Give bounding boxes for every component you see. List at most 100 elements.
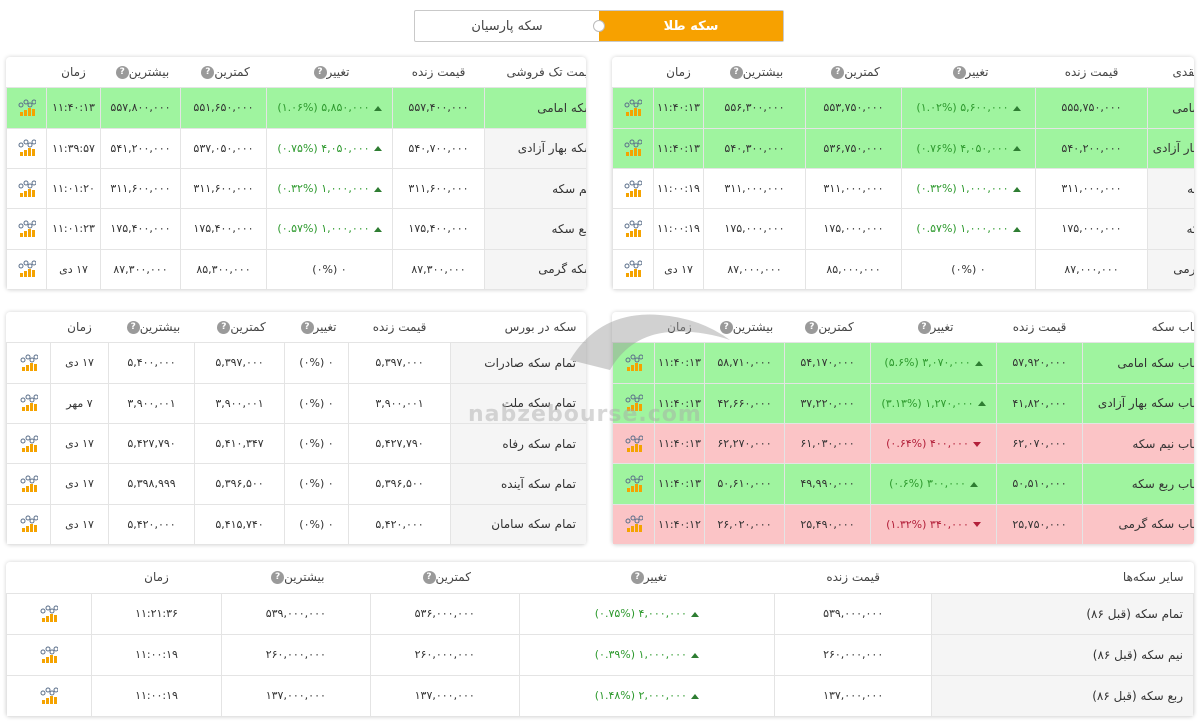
question-circle-icon[interactable]: ? <box>422 571 436 585</box>
chart-icon[interactable] <box>625 394 643 412</box>
chart-icon[interactable] <box>20 435 38 453</box>
chart-icon[interactable] <box>20 354 38 372</box>
question-circle-icon[interactable]: ? <box>719 321 733 335</box>
coin-name: سکه بهار آزادی <box>484 127 586 169</box>
header-title: سایر سکه‌ها <box>931 562 1194 594</box>
question-circle-icon[interactable]: ? <box>952 66 966 80</box>
chart-link[interactable] <box>612 208 654 250</box>
change-value: ۰ (۰%) <box>299 437 334 451</box>
table-row: حباب نیم سکه۶۲,۰۷۰,۰۰۰ ۴۰۰,۰۰۰ (۰.۶۴%) ۶۱,… <box>612 422 1194 465</box>
chart-icon[interactable] <box>625 435 643 453</box>
question-circle-icon[interactable]: ? <box>126 321 140 335</box>
table-row: حباب سکه بهار آزادی ۴۱,۸۲۰,۰۰۰ ۱,۲۷۰,۰۰۰ (… <box>612 382 1194 424</box>
chart-link[interactable] <box>6 422 51 465</box>
question-circle-icon[interactable]: ? <box>630 571 644 585</box>
exchange-coin-table: سکه در بورس قیمت زنده تغییر? کمترین? بیشترین… <box>6 312 586 545</box>
coin-name: تمام سکه (قبل ۸۶) <box>931 592 1194 635</box>
chart-icon[interactable] <box>624 139 643 157</box>
change-value: ۰ (۰%) <box>312 262 347 276</box>
chart-link[interactable] <box>6 503 51 545</box>
chart-icon[interactable] <box>40 687 59 705</box>
chart-icon[interactable] <box>18 220 36 238</box>
chart-link[interactable] <box>6 342 51 384</box>
live-price: ۶۲,۰۷۰,۰۰۰ <box>996 422 1083 465</box>
chart-link[interactable] <box>6 248 47 290</box>
chart-link[interactable] <box>6 463 51 505</box>
chart-icon[interactable] <box>625 475 643 493</box>
chart-icon[interactable] <box>18 139 36 157</box>
chart-link[interactable] <box>612 463 655 505</box>
question-circle-icon[interactable]: ? <box>300 321 314 335</box>
chart-icon[interactable] <box>624 260 643 278</box>
chart-icon[interactable] <box>624 220 643 238</box>
coin-name: سکه گرمی <box>1147 248 1194 290</box>
chart-link[interactable] <box>6 208 47 250</box>
arrow-up-icon <box>373 186 382 192</box>
change-value: ۴,۰۰۰,۰۰۰ (۰.۷۵%) <box>594 607 687 621</box>
cash-price-table: قیمت نقدیقیمت زندهتغییر?کمترین?بیشترین?ز… <box>612 57 1194 290</box>
header-chart <box>6 312 51 344</box>
question-circle-icon[interactable]: ? <box>831 66 845 80</box>
chart-link[interactable] <box>612 422 655 465</box>
question-circle-icon[interactable]: ? <box>271 571 285 585</box>
update-time: ۱۱:۰۰:۱۹ <box>91 674 222 717</box>
chart-link[interactable] <box>612 503 655 545</box>
chart-icon[interactable] <box>20 394 38 412</box>
coin-type-toggle[interactable]: سکه پارسیان سکه طلا <box>414 10 784 42</box>
header-low: کمترین? <box>784 312 871 344</box>
chart-link[interactable] <box>6 592 93 635</box>
chart-icon[interactable] <box>20 515 38 533</box>
coin-name: سکه بهار آزادی <box>1147 127 1194 169</box>
chart-link[interactable] <box>612 127 654 169</box>
toggle-knob[interactable] <box>593 20 605 32</box>
toggle-option-parsian[interactable]: سکه پارسیان <box>415 11 599 41</box>
high-price: ۶۲,۲۷۰,۰۰۰ <box>704 422 785 465</box>
price-change: ۱,۲۷۰,۰۰۰ (۳.۱۳%) <box>870 382 997 424</box>
chart-icon[interactable] <box>625 515 643 533</box>
update-time: ۱۱:۴۰:۱۳ <box>654 463 705 505</box>
chart-icon[interactable] <box>624 180 643 198</box>
chart-link[interactable] <box>612 382 655 424</box>
chart-link[interactable] <box>6 127 47 169</box>
change-value: ۳۰۰,۰۰۰ (۰.۶%) <box>889 477 966 491</box>
question-circle-icon[interactable]: ? <box>201 66 215 80</box>
question-circle-icon[interactable]: ? <box>217 321 231 335</box>
high-price: ۵۴۱,۲۰۰,۰۰۰ <box>100 127 181 169</box>
question-circle-icon[interactable]: ? <box>917 321 931 335</box>
live-price: ۸۷,۳۰۰,۰۰۰ <box>392 248 485 290</box>
chart-icon[interactable] <box>20 475 38 493</box>
header-label: بیشترین <box>139 320 181 335</box>
question-circle-icon[interactable]: ? <box>729 66 743 80</box>
coin-name: تمام سکه رفاه <box>450 422 586 465</box>
header-high: بیشترین? <box>703 57 806 89</box>
chart-icon[interactable] <box>624 99 643 117</box>
price-change: ۲,۰۰۰,۰۰۰ (۱.۴۸%) <box>518 674 775 717</box>
chart-link[interactable] <box>6 167 47 210</box>
question-circle-icon[interactable]: ? <box>313 66 327 80</box>
other-table-grid: سایر سکه‌ها قیمت زنده تغییر? کمترین? بیشترین… <box>6 562 1194 717</box>
change-value: ۱,۰۰۰,۰۰۰ (۰.۳۲%) <box>916 182 1009 196</box>
low-price: ۵۵۱,۶۵۰,۰۰۰ <box>180 87 267 129</box>
chart-icon[interactable] <box>40 646 59 664</box>
change-value: ۵,۶۰۰,۰۰۰ (۱.۰۲%) <box>916 101 1009 115</box>
chart-icon[interactable] <box>625 354 643 372</box>
chart-icon[interactable] <box>18 260 36 278</box>
chart-icon[interactable] <box>18 180 36 198</box>
chart-link[interactable] <box>6 382 51 424</box>
chart-link[interactable] <box>612 248 654 290</box>
chart-link[interactable] <box>612 167 654 210</box>
chart-link[interactable] <box>612 342 655 384</box>
chart-icon[interactable] <box>40 605 59 623</box>
toggle-option-gold-coin[interactable]: سکه طلا <box>599 11 783 41</box>
chart-link[interactable] <box>612 87 654 129</box>
chart-link[interactable] <box>6 87 47 129</box>
chart-icon[interactable] <box>18 99 36 117</box>
low-price: ۲۵,۴۹۰,۰۰۰ <box>784 503 871 545</box>
question-circle-icon[interactable]: ? <box>805 321 819 335</box>
low-price: ۱۷۵,۴۰۰,۰۰۰ <box>180 208 267 250</box>
chart-link[interactable] <box>6 633 93 676</box>
question-circle-icon[interactable]: ? <box>115 66 129 80</box>
chart-link[interactable] <box>6 674 93 717</box>
arrow-up-icon <box>1012 186 1021 192</box>
header-label: کمترین <box>230 320 266 335</box>
